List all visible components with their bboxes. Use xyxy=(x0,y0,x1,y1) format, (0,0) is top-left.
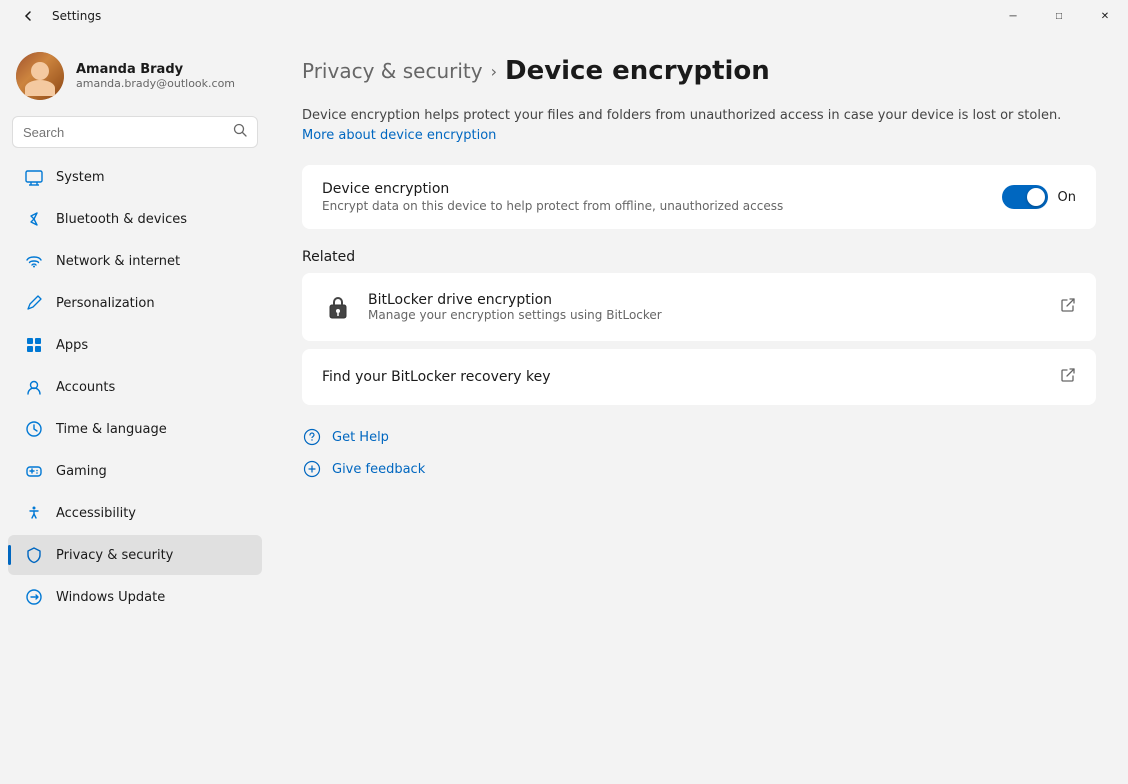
sidebar-item-network-label: Network & internet xyxy=(56,254,180,269)
get-help-link[interactable]: Get Help xyxy=(332,430,389,445)
bitlocker-text: BitLocker drive encryption Manage your e… xyxy=(368,292,1060,322)
search-input[interactable] xyxy=(23,125,225,140)
sidebar-item-personalization[interactable]: Personalization xyxy=(8,283,262,323)
sidebar-item-network[interactable]: Network & internet xyxy=(8,241,262,281)
user-info: Amanda Brady amanda.brady@outlook.com xyxy=(76,62,235,90)
breadcrumb-current: Device encryption xyxy=(505,56,770,86)
app-container: Amanda Brady amanda.brady@outlook.com Sy… xyxy=(0,32,1128,784)
give-feedback-item[interactable]: Give feedback xyxy=(302,453,1096,485)
window-title: Settings xyxy=(52,9,101,23)
sidebar-item-privacy-label: Privacy & security xyxy=(56,548,173,563)
sidebar-item-accounts[interactable]: Accounts xyxy=(8,367,262,407)
bluetooth-icon xyxy=(24,209,44,229)
main-content: Privacy & security › Device encryption D… xyxy=(270,32,1128,784)
give-feedback-icon xyxy=(302,459,322,479)
recovery-key-card: Find your BitLocker recovery key xyxy=(302,349,1096,405)
toggle-wrapper: On xyxy=(1002,185,1076,209)
titlebar: Settings ─ □ ✕ xyxy=(0,0,1128,32)
sidebar-item-bluetooth[interactable]: Bluetooth & devices xyxy=(8,199,262,239)
gaming-icon xyxy=(24,461,44,481)
get-help-icon xyxy=(302,427,322,447)
external-link-icon xyxy=(1060,297,1076,317)
sidebar-item-update[interactable]: Windows Update xyxy=(8,577,262,617)
sidebar-item-bluetooth-label: Bluetooth & devices xyxy=(56,212,187,227)
sidebar-item-accessibility[interactable]: Accessibility xyxy=(8,493,262,533)
sidebar-item-apps[interactable]: Apps xyxy=(8,325,262,365)
bitlocker-item[interactable]: BitLocker drive encryption Manage your e… xyxy=(302,273,1096,341)
back-button[interactable] xyxy=(12,0,44,32)
sidebar-item-personalization-label: Personalization xyxy=(56,296,155,311)
toggle-label: On xyxy=(1058,190,1076,205)
page-description: Device encryption helps protect your fil… xyxy=(302,106,1096,145)
give-feedback-link[interactable]: Give feedback xyxy=(332,462,425,477)
sidebar-item-gaming[interactable]: Gaming xyxy=(8,451,262,491)
related-section: Related BitLocker drive encryption xyxy=(302,249,1096,405)
external-link-icon-2 xyxy=(1060,367,1076,387)
breadcrumb: Privacy & security › Device encryption xyxy=(302,56,1096,86)
sidebar-item-time[interactable]: Time & language xyxy=(8,409,262,449)
bitlocker-card: BitLocker drive encryption Manage your e… xyxy=(302,273,1096,341)
recovery-key-item[interactable]: Find your BitLocker recovery key xyxy=(302,349,1096,405)
bitlocker-subtitle: Manage your encryption settings using Bi… xyxy=(368,308,1060,322)
search-icon xyxy=(233,123,247,141)
sidebar-item-system[interactable]: System xyxy=(8,157,262,197)
encryption-toggle[interactable] xyxy=(1002,185,1048,209)
device-encryption-card: Device encryption Encrypt data on this d… xyxy=(302,165,1096,229)
bitlocker-title: BitLocker drive encryption xyxy=(368,292,1060,308)
avatar xyxy=(16,52,64,100)
help-section: Get Help Give feedback xyxy=(302,421,1096,485)
personalization-icon xyxy=(24,293,44,313)
accessibility-icon xyxy=(24,503,44,523)
network-icon xyxy=(24,251,44,271)
system-icon xyxy=(24,167,44,187)
sidebar-item-gaming-label: Gaming xyxy=(56,464,107,479)
device-encryption-info: Device encryption Encrypt data on this d… xyxy=(322,181,1002,213)
update-icon xyxy=(24,587,44,607)
sidebar-item-privacy[interactable]: Privacy & security xyxy=(8,535,262,575)
time-icon xyxy=(24,419,44,439)
window-controls: ─ □ ✕ xyxy=(990,0,1128,32)
sidebar-item-apps-label: Apps xyxy=(56,338,88,353)
sidebar-item-system-label: System xyxy=(56,170,104,185)
get-help-item[interactable]: Get Help xyxy=(302,421,1096,453)
user-profile: Amanda Brady amanda.brady@outlook.com xyxy=(0,40,270,116)
toggle-knob xyxy=(1027,188,1045,206)
device-encryption-desc: Encrypt data on this device to help prot… xyxy=(322,199,1002,213)
sidebar-item-time-label: Time & language xyxy=(56,422,167,437)
user-name: Amanda Brady xyxy=(76,62,235,77)
sidebar-item-accounts-label: Accounts xyxy=(56,380,115,395)
accounts-icon xyxy=(24,377,44,397)
sidebar-item-update-label: Windows Update xyxy=(56,590,165,605)
user-email: amanda.brady@outlook.com xyxy=(76,77,235,90)
device-encryption-item: Device encryption Encrypt data on this d… xyxy=(302,165,1096,229)
close-button[interactable]: ✕ xyxy=(1082,0,1128,32)
titlebar-left: Settings xyxy=(12,0,101,32)
breadcrumb-parent[interactable]: Privacy & security xyxy=(302,59,483,83)
description-link[interactable]: More about device encryption xyxy=(302,128,496,143)
device-encryption-title: Device encryption xyxy=(322,181,1002,197)
search-box[interactable] xyxy=(12,116,258,148)
maximize-button[interactable]: □ xyxy=(1036,0,1082,32)
sidebar: Amanda Brady amanda.brady@outlook.com Sy… xyxy=(0,32,270,784)
apps-icon xyxy=(24,335,44,355)
recovery-key-title: Find your BitLocker recovery key xyxy=(322,369,1060,385)
minimize-button[interactable]: ─ xyxy=(990,0,1036,32)
breadcrumb-separator: › xyxy=(491,62,497,81)
sidebar-item-accessibility-label: Accessibility xyxy=(56,506,136,521)
bitlocker-icon xyxy=(322,291,354,323)
recovery-key-text: Find your BitLocker recovery key xyxy=(322,369,1060,385)
related-label: Related xyxy=(302,249,1096,265)
privacy-icon xyxy=(24,545,44,565)
